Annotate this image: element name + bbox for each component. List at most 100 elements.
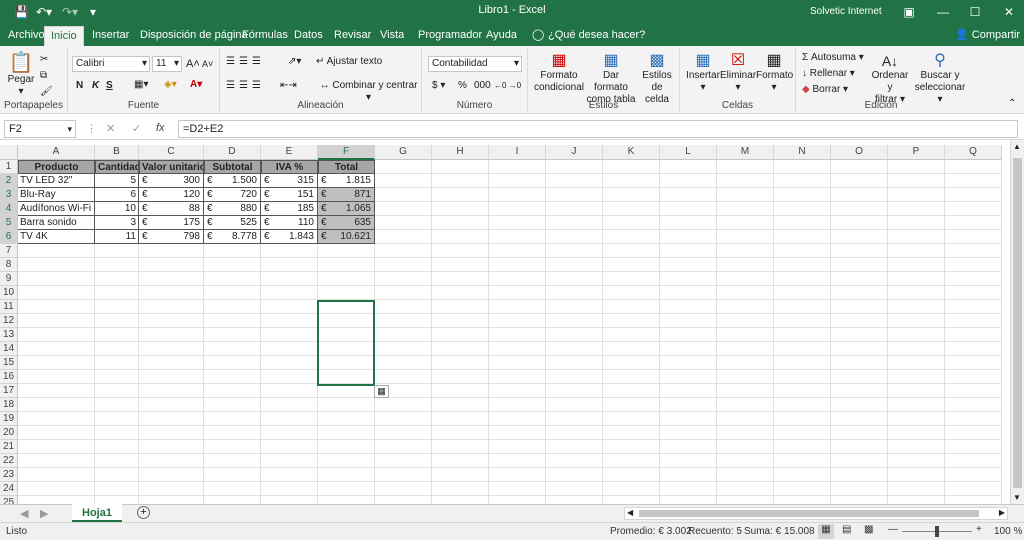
grid-cell[interactable] <box>261 300 318 314</box>
grid-cell[interactable] <box>945 328 1002 342</box>
grid-cell[interactable] <box>489 174 546 188</box>
grid-cell[interactable] <box>660 370 717 384</box>
grid-cell[interactable] <box>375 468 432 482</box>
grid-cell[interactable] <box>660 496 717 504</box>
grid-cell[interactable] <box>546 216 603 230</box>
grid-cell[interactable] <box>432 356 489 370</box>
tab-datos[interactable]: Datos <box>288 26 329 46</box>
table-cell-valor[interactable]: €120 <box>139 188 204 202</box>
column-header[interactable]: C <box>139 145 204 160</box>
grid-cell[interactable] <box>95 468 139 482</box>
grid-cell[interactable] <box>945 300 1002 314</box>
grid-cell[interactable] <box>774 454 831 468</box>
vertical-scrollbar[interactable]: ▲ ▼ <box>1010 140 1024 504</box>
grid-cell[interactable] <box>489 412 546 426</box>
grid-cell[interactable] <box>489 300 546 314</box>
grid-cell[interactable] <box>888 426 945 440</box>
table-cell-producto[interactable]: TV 4K <box>18 230 95 244</box>
grid-cell[interactable] <box>546 188 603 202</box>
grid-cell[interactable] <box>660 272 717 286</box>
grid-cell[interactable] <box>204 370 261 384</box>
grid-cell[interactable] <box>888 160 945 174</box>
grid-cell[interactable] <box>95 496 139 504</box>
table-cell-total[interactable]: €871 <box>318 188 375 202</box>
grid-cell[interactable] <box>945 230 1002 244</box>
grid-cell[interactable] <box>204 244 261 258</box>
grid-cell[interactable] <box>204 342 261 356</box>
grid-cell[interactable] <box>774 188 831 202</box>
table-cell-valor[interactable]: €88 <box>139 202 204 216</box>
grid-cell[interactable] <box>489 314 546 328</box>
grid-cell[interactable] <box>603 244 660 258</box>
grid-cell[interactable] <box>139 286 204 300</box>
table-cell-subtotal[interactable]: €880 <box>204 202 261 216</box>
grid-cell[interactable] <box>546 258 603 272</box>
grid-cell[interactable] <box>831 286 888 300</box>
wrap-text-button[interactable]: ↵ Ajustar texto <box>316 56 382 68</box>
grid-cell[interactable] <box>717 314 774 328</box>
grid-cell[interactable] <box>888 230 945 244</box>
grid-cell[interactable] <box>888 314 945 328</box>
grid-cell[interactable] <box>717 202 774 216</box>
grid-cell[interactable] <box>660 230 717 244</box>
grid-cell[interactable] <box>375 230 432 244</box>
grid-cell[interactable] <box>489 286 546 300</box>
grid-cell[interactable] <box>603 482 660 496</box>
grid-cell[interactable] <box>318 482 375 496</box>
grid-cell[interactable] <box>774 356 831 370</box>
grid-cell[interactable] <box>375 174 432 188</box>
grid-cell[interactable] <box>139 356 204 370</box>
grid-cell[interactable] <box>660 202 717 216</box>
grid-cell[interactable] <box>774 286 831 300</box>
grid-cell[interactable] <box>603 342 660 356</box>
row-header[interactable]: 14 <box>0 342 18 356</box>
grid-cell[interactable] <box>432 174 489 188</box>
grid-cell[interactable] <box>204 314 261 328</box>
grid-cell[interactable] <box>546 300 603 314</box>
column-header[interactable]: D <box>204 145 261 160</box>
grid-cell[interactable] <box>888 174 945 188</box>
table-cell-producto[interactable]: Barra sonido <box>18 216 95 230</box>
row-header[interactable]: 9 <box>0 272 18 286</box>
grid-cell[interactable] <box>546 202 603 216</box>
grid-cell[interactable] <box>660 314 717 328</box>
grid-cell[interactable] <box>546 426 603 440</box>
column-header[interactable]: L <box>660 145 717 160</box>
grid-cell[interactable] <box>261 286 318 300</box>
column-header[interactable]: M <box>717 145 774 160</box>
grid-cell[interactable] <box>888 440 945 454</box>
grid-cell[interactable] <box>139 482 204 496</box>
grid-cell[interactable] <box>831 300 888 314</box>
grid-cell[interactable] <box>489 258 546 272</box>
grid-cell[interactable] <box>432 160 489 174</box>
row-header[interactable]: 19 <box>0 412 18 426</box>
table-cell-producto[interactable]: Audífonos Wi-Fi <box>18 202 95 216</box>
grid-cell[interactable] <box>261 384 318 398</box>
grid-cell[interactable] <box>318 426 375 440</box>
grid-cell[interactable] <box>660 384 717 398</box>
grid-cell[interactable] <box>432 272 489 286</box>
grid-cell[interactable] <box>546 356 603 370</box>
grid-cell[interactable] <box>432 384 489 398</box>
font-name-select[interactable]: Calibri ▾ <box>72 56 150 72</box>
grid-cell[interactable] <box>603 426 660 440</box>
grid-cell[interactable] <box>375 426 432 440</box>
grid-cell[interactable] <box>717 160 774 174</box>
grid-cell[interactable] <box>774 328 831 342</box>
copy-icon[interactable]: ⧉ <box>40 70 47 82</box>
grid-cell[interactable] <box>603 286 660 300</box>
grid-cell[interactable] <box>945 272 1002 286</box>
grid-cell[interactable] <box>489 440 546 454</box>
grid-cell[interactable] <box>318 286 375 300</box>
grid-cell[interactable] <box>774 244 831 258</box>
grid-cell[interactable] <box>139 342 204 356</box>
autosum-button[interactable]: Σ Autosuma ▾ <box>802 52 864 64</box>
grid-cell[interactable] <box>717 356 774 370</box>
grid-cell[interactable] <box>261 398 318 412</box>
scroll-thumb[interactable] <box>1013 158 1022 488</box>
column-header[interactable]: I <box>489 145 546 160</box>
cancel-icon[interactable]: ✕ <box>106 122 115 135</box>
grid-cell[interactable] <box>18 244 95 258</box>
column-header[interactable]: G <box>375 145 432 160</box>
grid-cell[interactable] <box>261 468 318 482</box>
